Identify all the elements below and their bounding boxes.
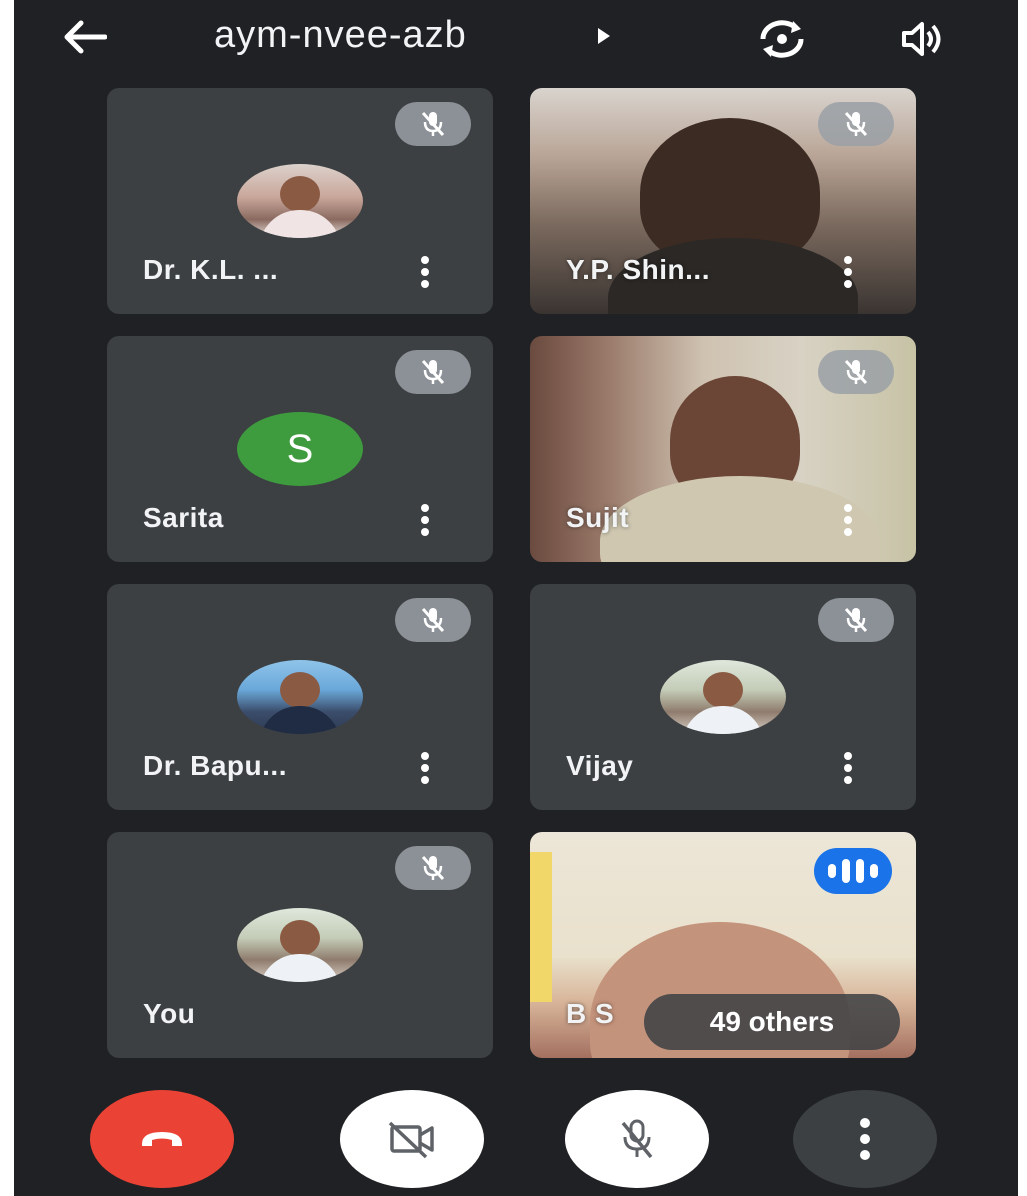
top-bar: aym-nvee-azb [14,0,1018,80]
speaker-icon [902,22,941,56]
participant-name: Dr. Bapu... [143,750,287,781]
mic-off-icon [844,359,868,385]
speaking-indicator-icon [814,848,892,894]
mic-off-icon [421,111,445,137]
muted-badge [395,350,471,394]
camera-switch-icon [760,20,804,58]
mic-off-icon [844,607,868,633]
mic-off-icon [621,1119,653,1159]
more-vert-icon[interactable] [836,500,860,540]
mic-off-icon [421,855,445,881]
participant-name: You [143,998,196,1029]
participant-tile-video[interactable]: B S 49 others [530,832,916,1058]
participant-name: Vijay [566,750,634,781]
muted-badge [818,350,894,394]
participant-tile[interactable]: S Sarita [107,336,493,562]
switch-camera-button[interactable] [754,14,810,64]
participant-name: Y.P. Shin... [566,254,710,285]
participant-name: Sarita [143,502,224,533]
avatar [237,164,363,238]
mic-off-icon [844,111,868,137]
caret-right-icon[interactable] [596,26,612,51]
meeting-code[interactable]: aym-nvee-azb [214,14,467,57]
more-vert-icon[interactable] [413,252,437,292]
muted-badge [395,846,471,890]
more-vert-icon[interactable] [836,252,860,292]
mic-off-icon [421,359,445,385]
more-vert-icon [860,1118,870,1160]
participant-tile-self[interactable]: You [107,832,493,1058]
avatar-initial: S [237,412,363,486]
speaker-button[interactable] [894,14,950,64]
participant-tile[interactable]: Vijay [530,584,916,810]
back-button[interactable] [56,12,112,62]
mic-off-icon [421,607,445,633]
mic-toggle-button[interactable] [565,1090,709,1188]
avatar [237,660,363,734]
muted-badge [818,102,894,146]
muted-badge [818,598,894,642]
more-vert-icon[interactable] [836,748,860,788]
participant-name: B S [566,998,615,1029]
more-vert-icon[interactable] [413,748,437,788]
participant-tile-video[interactable]: Y.P. Shin... [530,88,916,314]
avatar [237,908,363,982]
more-options-button[interactable] [793,1090,937,1188]
meet-screen: aym-nvee-azb Dr. K.L. ... Y.P. Shin... S… [14,0,1018,1196]
arrow-left-icon [64,20,107,54]
others-count-button[interactable]: 49 others [644,994,900,1050]
hang-up-icon [142,1132,182,1146]
camera-toggle-button[interactable] [340,1090,484,1188]
participant-tile[interactable]: Dr. Bapu... [107,584,493,810]
participant-name: Sujit [566,502,630,533]
avatar [660,660,786,734]
participant-name: Dr. K.L. ... [143,254,279,285]
muted-badge [395,598,471,642]
camera-off-icon [388,1121,434,1159]
participant-tile-video[interactable]: Sujit [530,336,916,562]
more-vert-icon[interactable] [413,500,437,540]
muted-badge [395,102,471,146]
hang-up-button[interactable] [90,1090,234,1188]
participant-tile[interactable]: Dr. K.L. ... [107,88,493,314]
